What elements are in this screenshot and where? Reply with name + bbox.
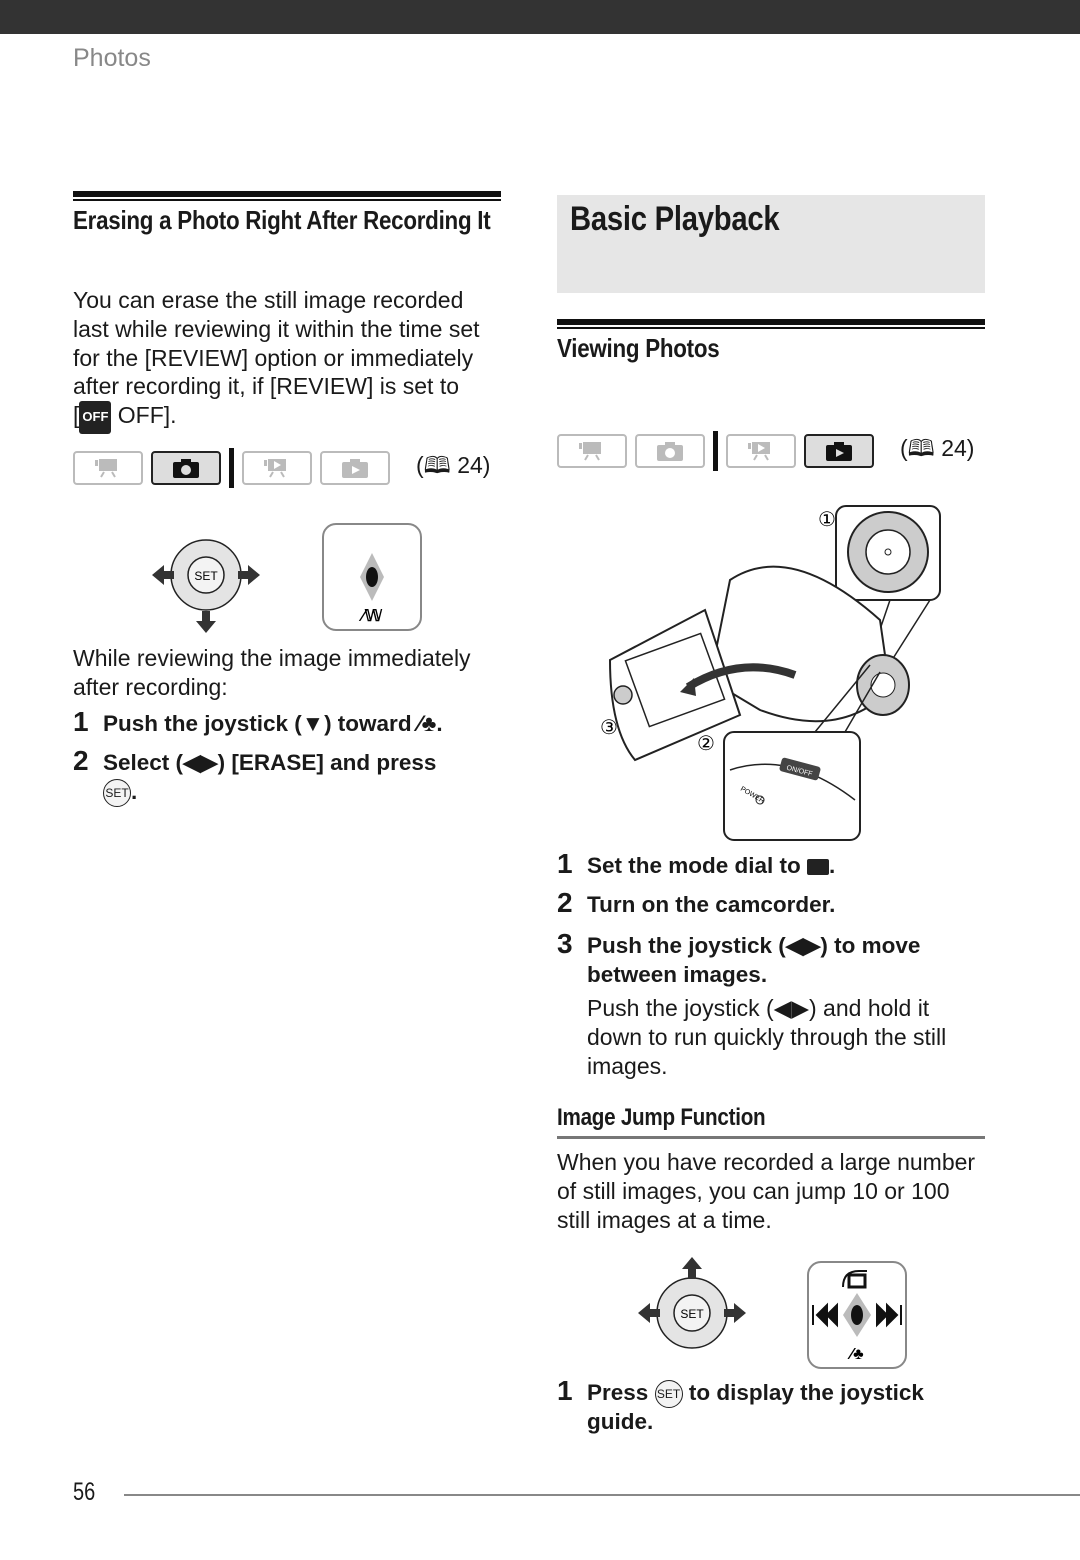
callout-3: ③ [600,717,618,739]
jump-heading: Image Jump Function [557,1104,766,1131]
joystick-guide-erase: ⁄𝕎 [322,523,422,631]
right-step-3: 3 Push the joystick (◀▶) to move between… [557,928,921,987]
page-number: 56 [73,1478,96,1506]
intro-paragraph: You can erase the still image recorded l… [73,286,513,434]
mode-divider [229,448,234,488]
intro-line: You can erase the still image recorded [73,287,464,313]
page-reference: (🕮 24) [900,434,975,461]
intro-line: after recording it, if [REVIEW] is set t… [73,373,460,400]
chapter-title: Basic Playback [570,200,780,238]
movie-record-mode-icon [557,434,627,468]
joystick-guide-jump: ⁄♣ [807,1261,907,1369]
photo-playback-mode-icon [804,434,874,468]
intro-line: [OFF OFF]. [73,401,513,434]
photo-record-mode-icon [151,451,221,485]
top-bar [0,0,1080,34]
while-line: after recording: [73,673,228,700]
movie-record-mode-icon [73,451,143,485]
svg-text:⁄𝕎: ⁄𝕎 [359,608,383,625]
section-rule [557,319,985,329]
book-icon: 🕮 [907,434,935,461]
svg-text:SET: SET [194,569,218,583]
section-label: Photos [73,44,151,72]
mode-selector-right: (🕮 24) [557,431,974,471]
right-final-step: 1 Press SET to display the joystick guid… [557,1375,924,1435]
mode-divider [713,431,718,471]
callout-1: ① [818,509,836,531]
movie-playback-mode-icon [242,451,312,485]
callout-2: ② [697,733,715,755]
right-step-1: 1 Set the mode dial to . [557,848,836,879]
off-badge-icon: OFF [79,401,112,434]
right-step-2: 2 Turn on the camcorder. [557,887,836,918]
jump-text: When you have recorded a large number of… [557,1149,976,1233]
footer-rule [124,1494,1080,1496]
step-3-note: Push the joystick (◀▶) and hold it down … [587,995,947,1079]
left-step-2: 2 Select (◀▶) [ERASE] and press SET. [73,746,493,807]
movie-playback-mode-icon [726,434,796,468]
photo-record-mode-icon [635,434,705,468]
section-heading-viewing: Viewing Photos [557,333,720,363]
set-button-icon: SET [103,778,131,807]
section-rule [73,191,501,201]
photo-playback-icon [807,859,830,875]
intro-line: last while reviewing it within the time … [73,315,480,342]
joystick-diagram-left: SET [152,539,260,633]
mode-selector-left: (🕮 24) [73,448,490,488]
set-button-icon: SET [654,1380,683,1409]
while-text: While reviewing the image immediately af… [73,644,471,702]
page-reference: (🕮 24) [416,451,491,478]
left-step-1: 1 Push the joystick (▼) toward ⁄♣. [73,706,443,737]
photo-playback-mode-icon [320,451,390,485]
camcorder-illustration: ① ③ ② ON/OFF POWER [600,505,941,841]
jump-rule [557,1136,985,1139]
joystick-diagram-right: SET [638,1257,746,1349]
intro-line: for the [REVIEW] option or immediately [73,344,474,371]
section-heading-erasing: Erasing a Photo Right After Recording It [73,205,491,235]
while-line: While reviewing the image immediately [73,645,471,671]
svg-text:SET: SET [680,1307,704,1321]
book-icon: 🕮 [423,451,451,478]
svg-text:⁄♣: ⁄♣ [847,1346,864,1363]
erase-trash-icon: ⁄♣ [417,711,437,736]
